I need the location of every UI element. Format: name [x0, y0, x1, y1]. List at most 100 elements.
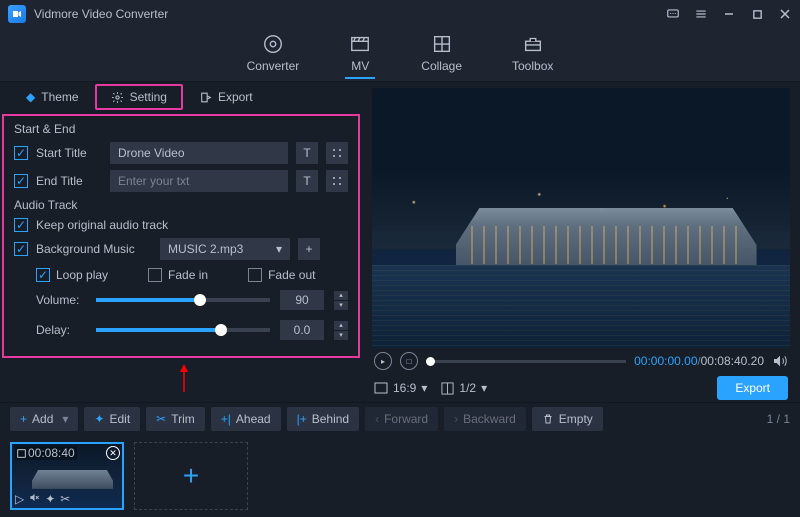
- time-display: 00:00:00.00/00:08:40.20: [634, 354, 764, 368]
- page-indicator: 1 / 1: [767, 412, 790, 426]
- empty-button[interactable]: Empty: [532, 407, 603, 431]
- start-title-checkbox[interactable]: ✓: [14, 146, 28, 160]
- chevron-down-icon: ▾: [276, 242, 282, 256]
- export-icon: [199, 91, 212, 104]
- behind-button[interactable]: |+Behind: [287, 407, 360, 431]
- delay-down[interactable]: ▾: [334, 331, 348, 340]
- clip-thumbnail[interactable]: 00:08:40 ✕ ▷ ✦ ✂: [10, 442, 124, 510]
- page-select[interactable]: 1/2▾: [441, 381, 487, 395]
- bg-music-value: MUSIC 2.mp3: [168, 242, 243, 256]
- bg-music-select[interactable]: MUSIC 2.mp3 ▾: [160, 238, 290, 260]
- clip-duration: 00:08:40: [15, 446, 77, 460]
- add-music-button[interactable]: +: [298, 238, 320, 260]
- text-style-button[interactable]: T: [296, 170, 318, 192]
- chevron-down-icon: ▾: [421, 381, 427, 395]
- fade-out-checkbox[interactable]: [248, 268, 262, 282]
- bg-music-checkbox[interactable]: ✓: [14, 242, 28, 256]
- end-title-input[interactable]: [110, 170, 288, 192]
- volume-up[interactable]: ▴: [334, 291, 348, 300]
- delay-value[interactable]: 0.0: [280, 320, 324, 340]
- subtab-setting[interactable]: Setting: [95, 84, 183, 110]
- app-title: Vidmore Video Converter: [34, 7, 666, 21]
- tab-label: Converter: [247, 59, 300, 73]
- backward-button[interactable]: ›Backward: [444, 407, 526, 431]
- effects-icon[interactable]: ✦: [45, 492, 55, 506]
- close-button[interactable]: [778, 7, 792, 21]
- remove-clip-button[interactable]: ✕: [106, 446, 120, 460]
- section-start-end: Start & End: [14, 122, 348, 136]
- tab-mv[interactable]: MV: [349, 33, 371, 76]
- volume-slider[interactable]: [96, 298, 270, 302]
- converter-icon: [262, 33, 284, 55]
- annotation-arrow: [0, 364, 368, 394]
- ahead-button[interactable]: +|Ahead: [211, 407, 281, 431]
- grid-button[interactable]: [326, 142, 348, 164]
- start-title-label: Start Title: [36, 146, 102, 160]
- scissors-icon: ✂: [156, 412, 166, 426]
- subtab-label: Export: [218, 90, 253, 104]
- toolbox-icon: [522, 33, 544, 55]
- fade-out-label: Fade out: [268, 268, 315, 282]
- trim-icon[interactable]: ✂: [60, 492, 70, 506]
- keep-original-checkbox[interactable]: ✓: [14, 218, 28, 232]
- delay-up[interactable]: ▴: [334, 321, 348, 330]
- keep-original-label: Keep original audio track: [36, 218, 168, 232]
- fade-in-label: Fade in: [168, 268, 208, 282]
- delay-label: Delay:: [36, 323, 86, 337]
- menu-icon[interactable]: [694, 7, 708, 21]
- add-button[interactable]: +Add▾: [10, 407, 78, 431]
- ahead-icon: +|: [221, 412, 231, 426]
- start-title-input[interactable]: [110, 142, 288, 164]
- export-button[interactable]: Export: [717, 376, 788, 400]
- grid-button[interactable]: [326, 170, 348, 192]
- feedback-icon[interactable]: [666, 7, 680, 21]
- volume-value[interactable]: 90: [280, 290, 324, 310]
- chevron-down-icon: ▾: [62, 412, 68, 426]
- volume-icon[interactable]: [772, 353, 788, 369]
- trash-icon: [542, 413, 554, 425]
- tab-label: Collage: [421, 59, 462, 73]
- aspect-ratio-select[interactable]: 16:9▾: [374, 381, 427, 395]
- theme-icon: ◆: [26, 90, 35, 104]
- timeline-scrubber[interactable]: [426, 360, 626, 363]
- backward-icon: ›: [454, 412, 458, 426]
- volume-down[interactable]: ▾: [334, 301, 348, 310]
- subtab-theme[interactable]: ◆ Theme: [10, 84, 95, 110]
- loop-play-label: Loop play: [56, 268, 108, 282]
- add-clip-button[interactable]: +: [134, 442, 248, 510]
- stop-button[interactable]: □: [400, 352, 418, 370]
- tab-toolbox[interactable]: Toolbox: [512, 33, 553, 76]
- mv-icon: [349, 33, 371, 55]
- end-title-checkbox[interactable]: ✓: [14, 174, 28, 188]
- minimize-button[interactable]: [722, 7, 736, 21]
- volume-label: Volume:: [36, 293, 86, 307]
- mute-icon[interactable]: [29, 492, 40, 506]
- play-icon[interactable]: ▷: [15, 492, 24, 506]
- edit-button[interactable]: ✦Edit: [84, 407, 140, 431]
- wand-icon: ✦: [94, 412, 104, 426]
- video-preview: [372, 88, 790, 348]
- delay-slider[interactable]: [96, 328, 270, 332]
- loop-play-checkbox[interactable]: ✓: [36, 268, 50, 282]
- collage-icon: [431, 33, 453, 55]
- forward-button[interactable]: ‹Forward: [365, 407, 438, 431]
- subtab-export[interactable]: Export: [183, 84, 269, 110]
- app-logo: [8, 5, 26, 23]
- end-title-label: End Title: [36, 174, 102, 188]
- plus-icon: +: [20, 412, 27, 426]
- tab-label: MV: [351, 59, 369, 73]
- behind-icon: |+: [297, 412, 307, 426]
- forward-icon: ‹: [375, 412, 379, 426]
- trim-button[interactable]: ✂Trim: [146, 407, 205, 431]
- section-audio-track: Audio Track: [14, 198, 348, 212]
- text-style-button[interactable]: T: [296, 142, 318, 164]
- tab-converter[interactable]: Converter: [247, 33, 300, 76]
- maximize-button[interactable]: [750, 7, 764, 21]
- bg-music-label: Background Music: [36, 242, 152, 256]
- tab-collage[interactable]: Collage: [421, 33, 462, 76]
- play-button[interactable]: ▸: [374, 352, 392, 370]
- fade-in-checkbox[interactable]: [148, 268, 162, 282]
- tab-label: Toolbox: [512, 59, 553, 73]
- settings-panel: Start & End ✓ Start Title T ✓ End Title …: [2, 114, 360, 358]
- subtab-label: Theme: [41, 90, 78, 104]
